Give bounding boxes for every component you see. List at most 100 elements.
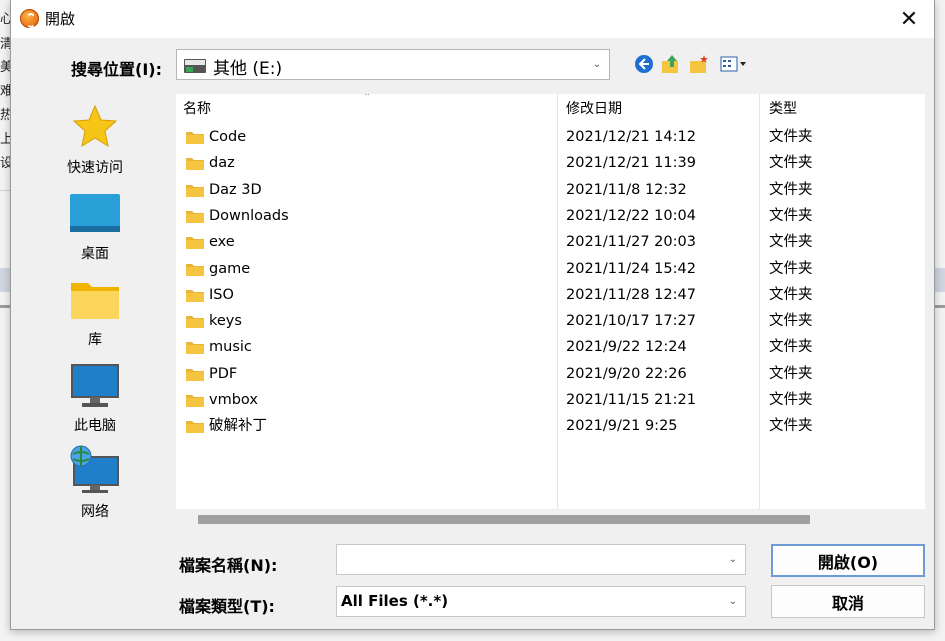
new-folder-button[interactable] (688, 53, 710, 75)
file-type: 文件夹 (769, 286, 813, 303)
folder-icon (186, 395, 204, 407)
file-row[interactable]: keys 2021/10/17 17:27 文件夹 (176, 308, 925, 334)
file-row[interactable]: PDF 2021/9/20 22:26 文件夹 (176, 361, 925, 387)
file-row[interactable]: ISO 2021/11/28 12:47 文件夹 (176, 282, 925, 308)
file-type: 文件夹 (769, 129, 813, 145)
column-header-date[interactable]: 修改日期 (566, 94, 622, 124)
place-label: 库 (88, 332, 102, 348)
close-button[interactable]: ✕ (886, 0, 932, 38)
column-header-name[interactable]: 名称 (183, 94, 211, 124)
up-folder-button[interactable] (660, 53, 682, 75)
network-icon (70, 445, 119, 493)
title-bar: 開啟 ✕ (11, 0, 934, 38)
place-quick-access[interactable]: 快速访问 (21, 99, 169, 179)
file-name: PDF (209, 365, 238, 382)
file-name: Downloads (209, 207, 289, 224)
folder-icon (186, 368, 204, 381)
app-logo-icon (20, 9, 39, 28)
file-date: 2021/12/22 10:04 (566, 207, 696, 224)
folder-icon (186, 289, 204, 302)
file-name: music (209, 339, 252, 356)
file-row[interactable]: Downloads 2021/12/22 10:04 文件夹 (176, 203, 925, 229)
folder-icon (186, 342, 204, 355)
view-menu-button[interactable] (719, 53, 749, 75)
place-library[interactable]: 库 (21, 271, 169, 351)
file-name: 破解补丁 (209, 418, 267, 435)
monitor-icon (71, 364, 119, 407)
bg-divider (0, 190, 10, 191)
look-in-value: 其他 (E:) (213, 59, 283, 79)
close-icon: ✕ (899, 6, 919, 32)
filetype-select[interactable]: All Files (*.*) ⌄ (336, 586, 746, 617)
filename-combobox[interactable]: ⌄ (336, 544, 746, 575)
file-type: 文件夹 (769, 339, 813, 356)
file-name: daz (209, 155, 235, 172)
file-type: 文件夹 (769, 234, 813, 251)
file-row[interactable]: game 2021/11/24 15:42 文件夹 (176, 256, 925, 282)
file-date: 2021/10/17 17:27 (566, 313, 696, 330)
chevron-down-icon[interactable]: ⌄ (585, 50, 609, 79)
place-this-pc[interactable]: 此电脑 (21, 357, 169, 437)
view-menu-icon (720, 56, 746, 72)
file-row[interactable]: daz 2021/12/21 11:39 文件夹 (176, 150, 925, 176)
file-type: 文件夹 (769, 207, 813, 224)
sort-ascending-icon: ⌃ (363, 94, 372, 103)
file-row[interactable]: Daz 3D 2021/11/8 12:32 文件夹 (176, 177, 925, 203)
chevron-down-icon[interactable]: ⌄ (721, 545, 745, 574)
column-header-type[interactable]: 类型 (769, 94, 797, 124)
cancel-button[interactable]: 取消 (771, 585, 925, 618)
file-type: 文件夹 (769, 260, 813, 277)
file-date: 2021/11/15 21:21 (566, 392, 696, 408)
file-row[interactable]: vmbox 2021/11/15 21:21 文件夹 (176, 387, 925, 413)
file-date: 2021/12/21 14:12 (566, 129, 696, 145)
file-date: 2021/11/24 15:42 (566, 260, 696, 277)
dialog-title: 開啟 (45, 10, 76, 28)
place-label: 此电脑 (74, 418, 116, 434)
file-name: ISO (209, 286, 234, 303)
file-list[interactable]: 名称 ⌃ 修改日期 类型 Code 2021/12/21 14:12 文件夹 daz 2… (176, 94, 925, 509)
place-label: 桌面 (81, 246, 109, 262)
file-row[interactable]: music 2021/9/22 12:24 文件夹 (176, 334, 925, 360)
file-type: 文件夹 (769, 365, 813, 382)
horizontal-scrollbar[interactable] (176, 512, 925, 526)
file-date: 2021/11/28 12:47 (566, 286, 696, 303)
file-date: 2021/9/20 22:26 (566, 365, 687, 382)
place-network[interactable]: 网络 (21, 443, 169, 523)
file-row[interactable]: Code 2021/12/21 14:12 文件夹 (176, 124, 925, 150)
filename-label: 檔案名稱(N): (179, 556, 278, 575)
back-button[interactable] (633, 53, 655, 75)
file-date: 2021/9/21 9:25 (566, 418, 678, 435)
up-folder-icon (662, 55, 678, 73)
folder-icon (186, 158, 204, 171)
file-row[interactable]: 破解补丁 2021/9/21 9:25 文件夹 (176, 413, 925, 439)
file-type: 文件夹 (769, 155, 813, 172)
file-date: 2021/9/22 12:24 (566, 339, 687, 356)
filetype-label: 檔案類型(T): (179, 597, 275, 616)
file-date: 2021/11/8 12:32 (566, 181, 687, 198)
place-desktop[interactable]: 桌面 (21, 185, 169, 265)
scrollbar-thumb[interactable] (198, 515, 810, 524)
file-row[interactable]: exe 2021/11/27 20:03 文件夹 (176, 229, 925, 255)
file-name: keys (209, 313, 242, 330)
look-in-label: 搜尋位置(I): (71, 60, 162, 79)
file-type: 文件夹 (769, 418, 813, 435)
places-bar: 快速访问 桌面 库 此电脑 网络 (21, 93, 169, 520)
folder-icon (186, 132, 204, 144)
filetype-value: All Files (*.*) (341, 592, 449, 610)
open-button[interactable]: 開啟(O) (771, 544, 925, 577)
new-folder-icon (690, 55, 708, 73)
look-in-combobox[interactable]: 其他 (E:) ⌄ (176, 49, 610, 80)
drive-icon (184, 59, 206, 73)
file-name: Code (209, 129, 247, 145)
open-file-dialog: 開啟 ✕ 搜尋位置(I): 其他 (E:) ⌄ 快速访问 桌面 库 此电脑 网络… (10, 0, 935, 630)
back-icon (635, 55, 653, 73)
place-label: 快速访问 (67, 160, 123, 176)
folder-icon (186, 184, 204, 197)
library-folder-icon (71, 283, 119, 319)
file-name: exe (209, 234, 235, 251)
folder-icon (186, 316, 204, 329)
file-name: game (209, 260, 251, 277)
file-name: Daz 3D (209, 181, 262, 198)
file-type: 文件夹 (769, 313, 813, 330)
chevron-down-icon[interactable]: ⌄ (721, 587, 745, 616)
